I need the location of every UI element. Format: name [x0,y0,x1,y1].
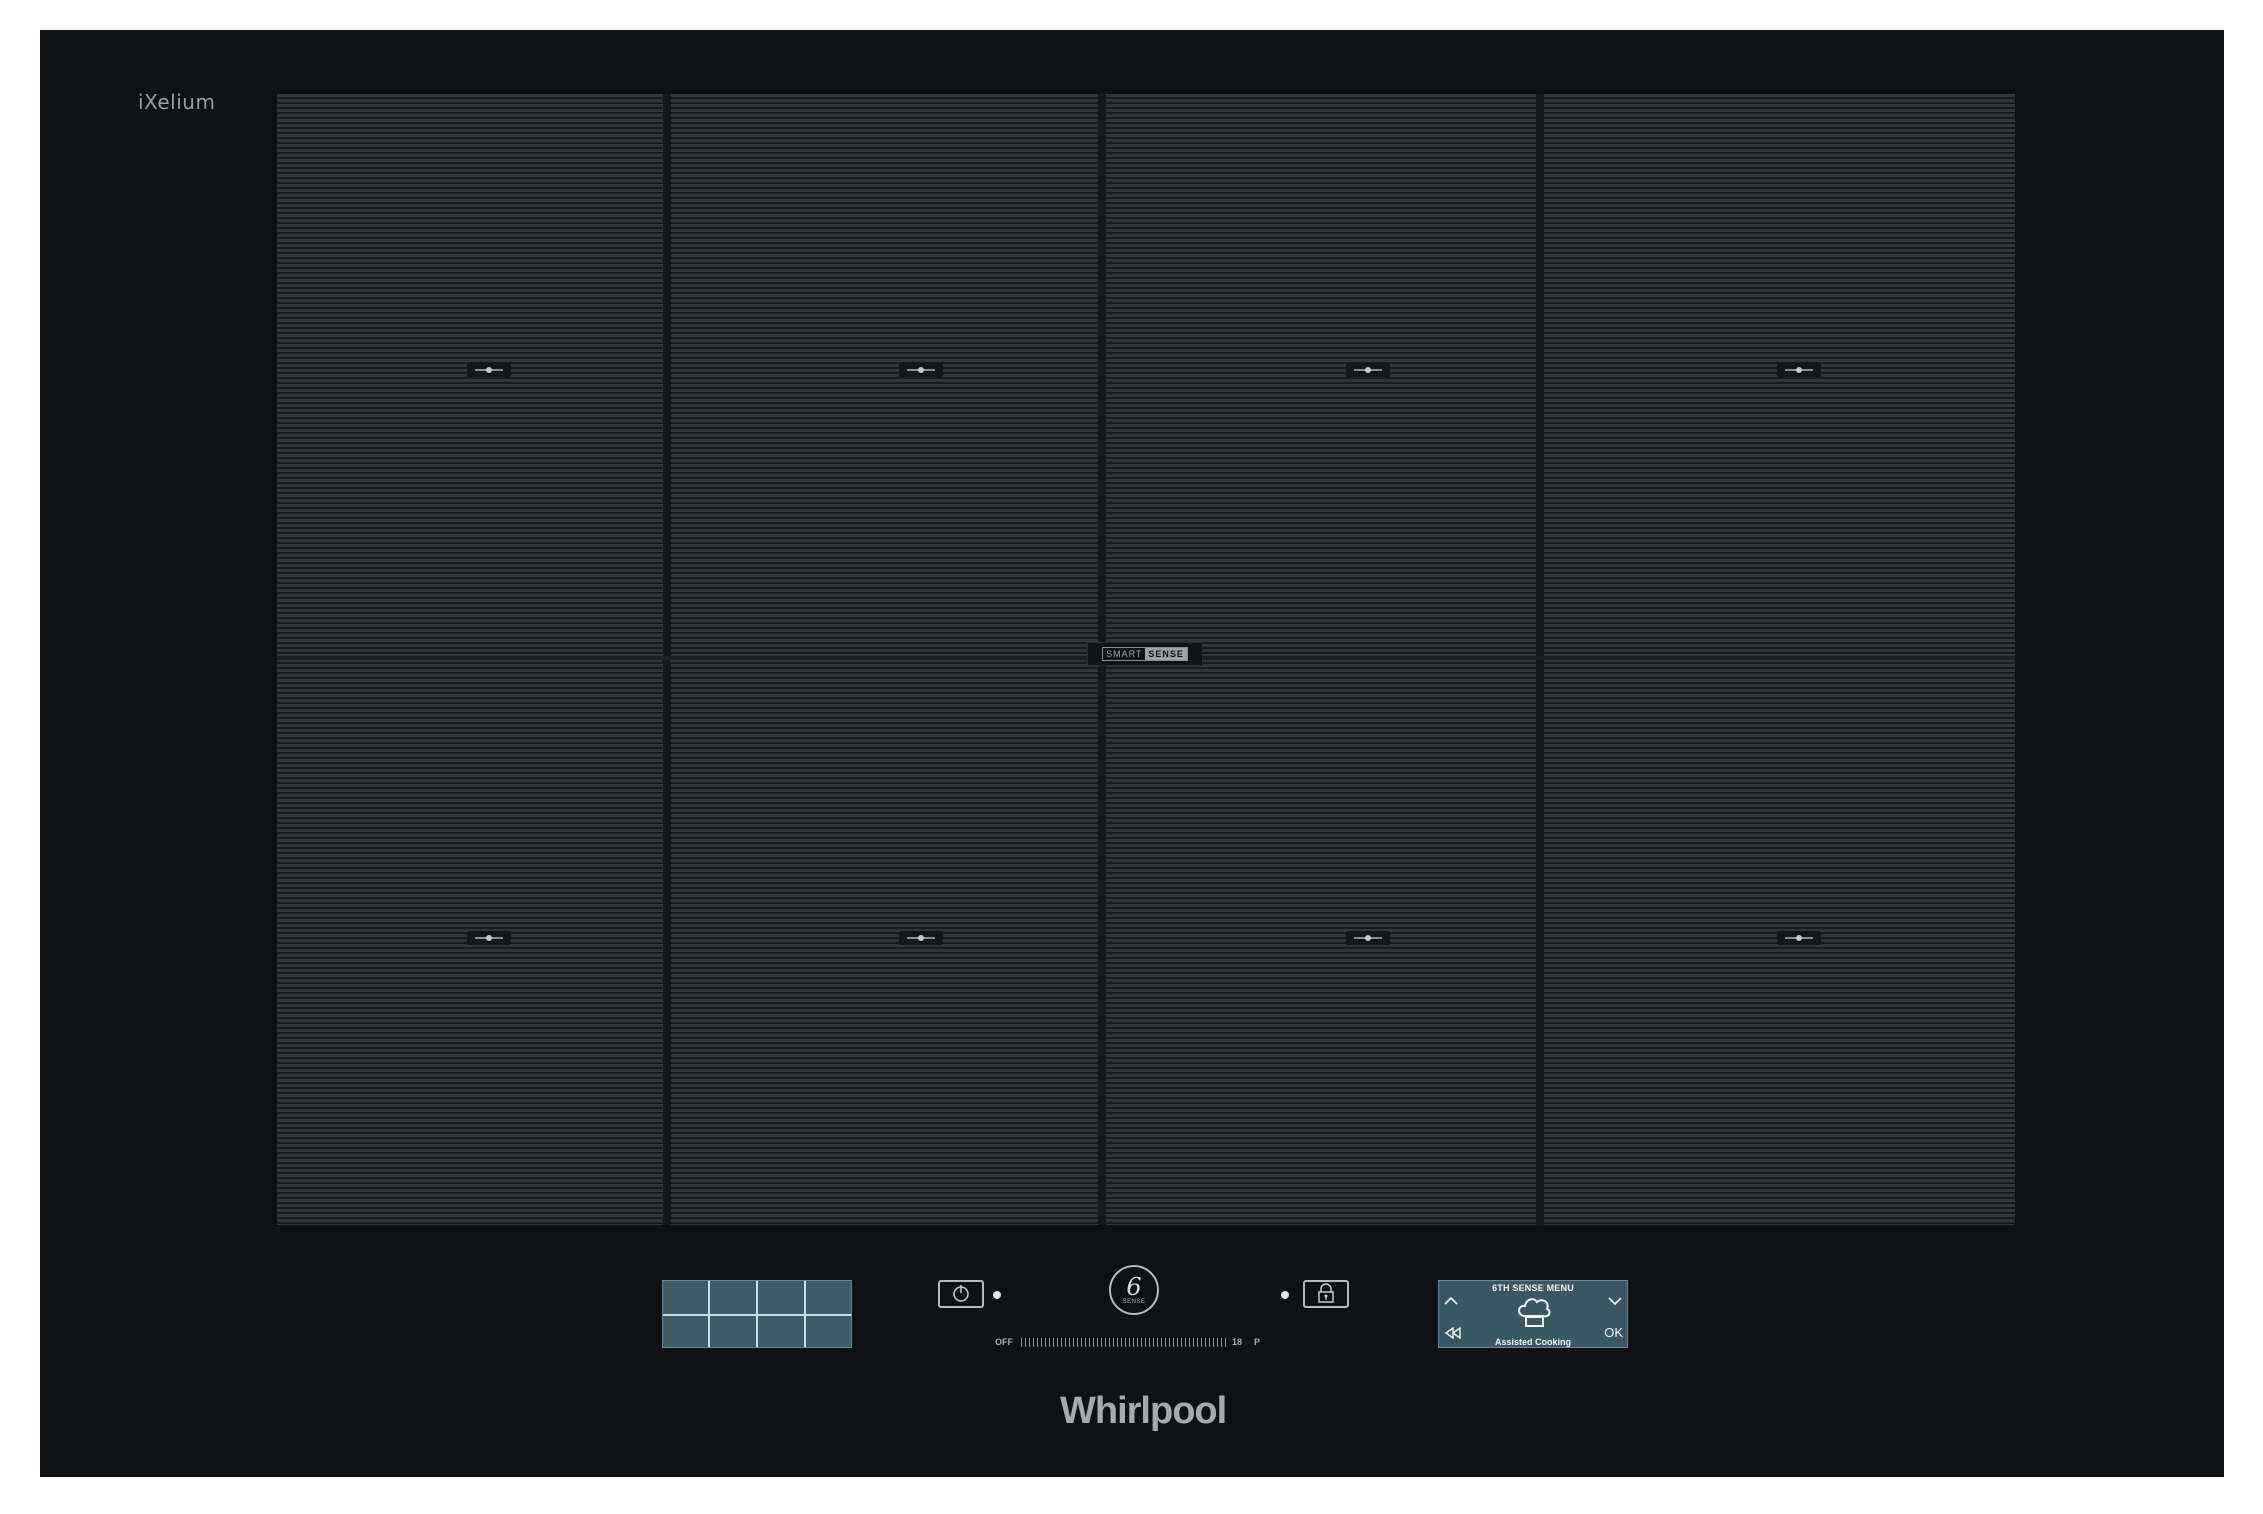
slider-min-label: OFF [995,1337,1013,1347]
lock-icon [1318,1283,1334,1303]
power-icon [953,1285,969,1302]
display-caption: Assisted Cooking [1494,1337,1571,1347]
cooking-zone-marker[interactable] [1346,363,1390,377]
chevron-up-icon[interactable] [1442,1294,1460,1308]
slider-ticks[interactable] [1021,1338,1229,1347]
smart-sense-label-sense: SENSE [1145,648,1187,660]
power-level-slider[interactable]: OFF 18 P [995,1337,1298,1351]
chevron-down-icon[interactable] [1606,1294,1624,1308]
cooking-zone-marker[interactable] [1777,931,1821,945]
zone-grid-icon[interactable] [662,1280,852,1348]
display-title: 6TH SENSE MENU [1492,1283,1574,1293]
cooking-zone-marker[interactable] [467,931,511,945]
sixth-sense-button[interactable]: 6 SENSE [1109,1265,1159,1315]
cooking-zone-marker[interactable] [1777,363,1821,377]
cooking-zone-marker[interactable] [899,363,943,377]
cooktop-panel: iXelium SMART SENSE 6 SENSE OFF 18 P 6TH… [40,30,2224,1477]
chef-hat-icon [1518,1298,1551,1327]
whirlpool-logo: Whirlpool [1060,1390,1227,1432]
sixth-sense-display[interactable]: 6TH SENSE MENU OK Assisted Cooking [1438,1280,1628,1348]
cooking-zone-marker[interactable] [467,363,511,377]
lock-button[interactable] [1303,1280,1349,1308]
power-indicator-dot [993,1291,1001,1299]
slider-boost-label: P [1254,1337,1261,1347]
slider-max-label: 18 [1232,1337,1243,1347]
smart-sense-label-smart: SMART [1106,649,1143,659]
power-button[interactable] [938,1280,984,1308]
zone-map-divider [663,1314,851,1316]
sixth-sense-number: 6 [1126,1273,1142,1301]
cooking-zone-marker[interactable] [1346,931,1390,945]
sixth-sense-label: SENSE [1122,1299,1146,1305]
smart-sense-badge: SMART SENSE [1087,642,1203,666]
ixelium-logo: iXelium [138,90,216,114]
lock-indicator-dot [1281,1291,1289,1299]
cooking-zone-marker[interactable] [899,931,943,945]
